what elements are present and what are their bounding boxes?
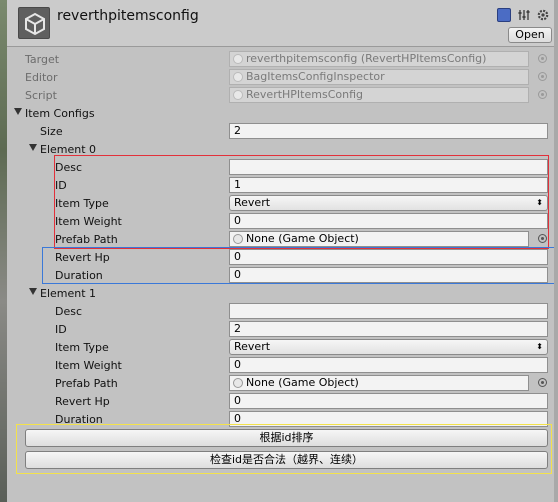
duration-input[interactable]: 0 xyxy=(229,411,548,427)
object-picker-icon[interactable] xyxy=(538,234,547,243)
scriptable-object-icon xyxy=(233,54,243,64)
element-1-foldout[interactable]: Element 1 xyxy=(0,284,558,302)
highlight-blue-line-top xyxy=(42,247,554,248)
inspector-header: reverthpitemsconfig Open xyxy=(7,0,554,47)
validate-id-button[interactable]: 检查id是否合法（越界、连续） xyxy=(25,451,548,469)
desc-label: Desc xyxy=(55,305,83,318)
game-object-icon xyxy=(233,378,243,388)
item-weight-input[interactable]: 0 xyxy=(229,357,548,373)
game-object-icon xyxy=(233,234,243,244)
editor-picker-icon xyxy=(538,72,547,81)
size-row: Size 2 xyxy=(0,122,558,140)
item-weight-label: Item Weight xyxy=(55,215,122,228)
element-0-id-row: ID 1 xyxy=(0,176,558,194)
script-file-icon xyxy=(233,90,243,100)
element-0-foldout[interactable]: Element 0 xyxy=(0,140,558,158)
duration-input[interactable]: 0 xyxy=(229,267,548,283)
desc-input[interactable] xyxy=(229,303,548,319)
script-field: RevertHPItemsConfig xyxy=(229,87,529,103)
element-1-duration-row: Duration 0 xyxy=(0,410,558,428)
duration-label: Duration xyxy=(55,413,103,426)
target-label: Target xyxy=(25,53,60,66)
element-1-label: Element 1 xyxy=(40,287,97,300)
unity-logo-icon xyxy=(18,7,50,39)
script-row: Script RevertHPItemsConfig xyxy=(0,86,558,104)
revert-hp-label: Revert Hp xyxy=(55,395,110,408)
size-label: Size xyxy=(40,125,63,138)
prefab-path-label: Prefab Path xyxy=(55,377,118,390)
element-1-prefab-row: Prefab Path None (Game Object) xyxy=(0,374,558,392)
element-0-hp-row: Revert Hp 0 xyxy=(0,248,558,266)
element-0-duration-row: Duration 0 xyxy=(0,266,558,284)
id-input[interactable]: 2 xyxy=(229,321,548,337)
element-0-desc-row: Desc xyxy=(0,158,558,176)
item-type-dropdown[interactable]: Revert ⬍ xyxy=(229,195,548,211)
item-type-label: Item Type xyxy=(55,341,109,354)
revert-hp-input[interactable]: 0 xyxy=(229,393,548,409)
item-configs-label: Item Configs xyxy=(25,107,95,120)
highlight-blue-line-bottom xyxy=(42,283,554,284)
foldout-arrow-icon[interactable] xyxy=(29,288,37,295)
editor-field: BagItemsConfigInspector xyxy=(229,69,529,85)
id-input[interactable]: 1 xyxy=(229,177,548,193)
dropdown-arrow-icon: ⬍ xyxy=(536,342,543,351)
target-row: Target reverthpitemsconfig (RevertHPItem… xyxy=(0,50,558,68)
editor-label: Editor xyxy=(25,71,58,84)
foldout-arrow-icon[interactable] xyxy=(29,144,37,151)
element-0-type-row: Item Type Revert ⬍ xyxy=(0,194,558,212)
duration-label: Duration xyxy=(55,269,103,282)
foldout-arrow-icon[interactable] xyxy=(14,108,22,115)
element-1-desc-row: Desc xyxy=(0,302,558,320)
element-0-prefab-row: Prefab Path None (Game Object) xyxy=(0,230,558,248)
gear-icon[interactable] xyxy=(536,8,550,22)
asset-title: reverthpitemsconfig xyxy=(57,8,199,24)
target-picker-icon xyxy=(538,54,547,63)
prefab-path-label: Prefab Path xyxy=(55,233,118,246)
id-label: ID xyxy=(55,179,67,192)
highlight-blue-line-left xyxy=(42,247,43,284)
book-icon[interactable] xyxy=(497,8,511,22)
item-configs-foldout[interactable]: Item Configs xyxy=(0,104,558,122)
prefab-path-field[interactable]: None (Game Object) xyxy=(229,375,529,391)
element-1-weight-row: Item Weight 0 xyxy=(0,356,558,374)
revert-hp-input[interactable]: 0 xyxy=(229,249,548,265)
target-field: reverthpitemsconfig (RevertHPItemsConfig… xyxy=(229,51,529,67)
sort-by-id-button[interactable]: 根据id排序 xyxy=(25,429,548,447)
item-type-label: Item Type xyxy=(55,197,109,210)
item-weight-input[interactable]: 0 xyxy=(229,213,548,229)
dropdown-arrow-icon: ⬍ xyxy=(536,198,543,207)
revert-hp-label: Revert Hp xyxy=(55,251,110,264)
sliders-icon[interactable] xyxy=(517,8,531,22)
element-0-weight-row: Item Weight 0 xyxy=(0,212,558,230)
desc-label: Desc xyxy=(55,161,83,174)
element-1-id-row: ID 2 xyxy=(0,320,558,338)
item-type-dropdown[interactable]: Revert ⬍ xyxy=(229,339,548,355)
size-input[interactable]: 2 xyxy=(229,123,548,139)
element-1-type-row: Item Type Revert ⬍ xyxy=(0,338,558,356)
open-button[interactable]: Open xyxy=(508,27,552,43)
prefab-path-field[interactable]: None (Game Object) xyxy=(229,231,529,247)
editor-row: Editor BagItemsConfigInspector xyxy=(0,68,558,86)
id-label: ID xyxy=(55,323,67,336)
script-label: Script xyxy=(25,89,57,102)
element-0-label: Element 0 xyxy=(40,143,97,156)
desc-input[interactable] xyxy=(229,159,548,175)
script-file-icon xyxy=(233,72,243,82)
object-picker-icon[interactable] xyxy=(538,378,547,387)
script-picker-icon xyxy=(538,90,547,99)
element-1-hp-row: Revert Hp 0 xyxy=(0,392,558,410)
item-weight-label: Item Weight xyxy=(55,359,122,372)
